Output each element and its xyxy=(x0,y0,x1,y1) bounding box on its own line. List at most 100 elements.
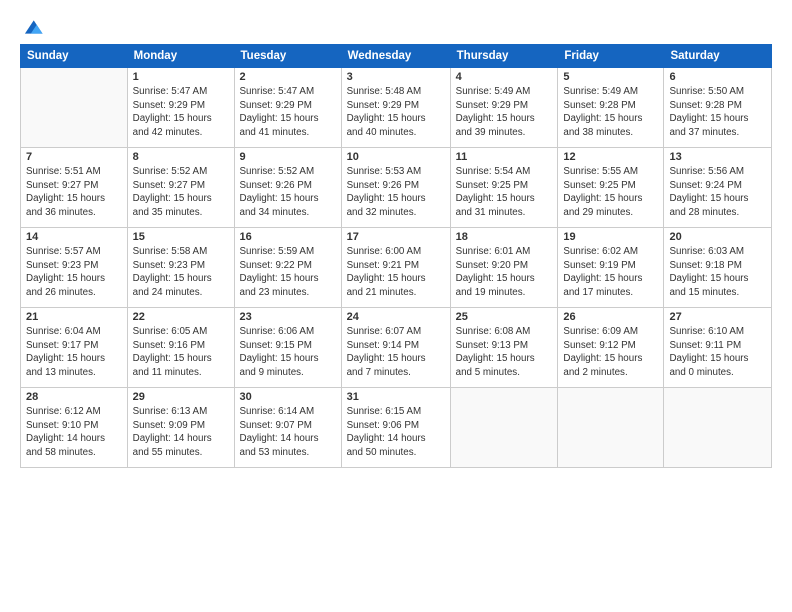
day-number: 10 xyxy=(347,151,445,163)
day-number: 21 xyxy=(26,311,122,323)
day-number: 28 xyxy=(26,391,122,403)
calendar-header-thursday: Thursday xyxy=(450,45,558,68)
calendar-cell: 1Sunrise: 5:47 AMSunset: 9:29 PMDaylight… xyxy=(127,68,234,148)
cell-info: Sunrise: 6:07 AMSunset: 9:14 PMDaylight:… xyxy=(347,325,445,380)
cell-info: Sunrise: 6:12 AMSunset: 9:10 PMDaylight:… xyxy=(26,405,122,460)
calendar-header-row: SundayMondayTuesdayWednesdayThursdayFrid… xyxy=(21,45,772,68)
cell-info: Sunrise: 5:49 AMSunset: 9:28 PMDaylight:… xyxy=(563,85,658,140)
calendar-header-sunday: Sunday xyxy=(21,45,128,68)
day-number: 26 xyxy=(563,311,658,323)
day-number: 8 xyxy=(133,151,229,163)
calendar-cell: 21 Sunrise: 6:04 AMSunset: 9:17 PMDayligh… xyxy=(21,308,128,388)
cell-info: Sunrise: 6:05 AMSunset: 9:16 PMDaylight:… xyxy=(133,325,229,380)
calendar-cell: 27 Sunrise: 6:10 AMSunset: 9:11 PMDayligh… xyxy=(664,308,772,388)
cell-info: Sunrise: 5:53 AMSunset: 9:26 PMDaylight:… xyxy=(347,165,445,220)
calendar-header-tuesday: Tuesday xyxy=(234,45,341,68)
day-number: 13 xyxy=(669,151,766,163)
cell-info: Sunrise: 5:57 AMSunset: 9:23 PMDaylight:… xyxy=(26,245,122,300)
day-number: 22 xyxy=(133,311,229,323)
day-number: 19 xyxy=(563,231,658,243)
day-number: 12 xyxy=(563,151,658,163)
day-number: 29 xyxy=(133,391,229,403)
cell-info: Sunrise: 6:10 AMSunset: 9:11 PMDaylight:… xyxy=(669,325,766,380)
day-number: 25 xyxy=(456,311,553,323)
calendar-header-monday: Monday xyxy=(127,45,234,68)
cell-info: Sunrise: 5:48 AMSunset: 9:29 PMDaylight:… xyxy=(347,85,445,140)
day-number: 24 xyxy=(347,311,445,323)
calendar-cell: 25 Sunrise: 6:08 AMSunset: 9:13 PMDayligh… xyxy=(450,308,558,388)
calendar-cell: 22 Sunrise: 6:05 AMSunset: 9:16 PMDayligh… xyxy=(127,308,234,388)
cell-info: Sunrise: 6:14 AMSunset: 9:07 PMDaylight:… xyxy=(240,405,336,460)
cell-info: Sunrise: 6:08 AMSunset: 9:13 PMDaylight:… xyxy=(456,325,553,380)
cell-info: Sunrise: 5:58 AMSunset: 9:23 PMDaylight:… xyxy=(133,245,229,300)
cell-info: Sunrise: 6:13 AMSunset: 9:09 PMDaylight:… xyxy=(133,405,229,460)
cell-info: Sunrise: 5:47 AMSunset: 9:29 PMDaylight:… xyxy=(240,85,336,140)
calendar-cell: 5Sunrise: 5:49 AMSunset: 9:28 PMDaylight… xyxy=(558,68,664,148)
day-number: 4 xyxy=(456,71,553,83)
calendar-week-4: 21 Sunrise: 6:04 AMSunset: 9:17 PMDayligh… xyxy=(21,308,772,388)
calendar-cell: 18 Sunrise: 6:01 AMSunset: 9:20 PMDayligh… xyxy=(450,228,558,308)
cell-info: Sunrise: 6:09 AMSunset: 9:12 PMDaylight:… xyxy=(563,325,658,380)
calendar-cell: 7Sunrise: 5:51 AMSunset: 9:27 PMDaylight… xyxy=(21,148,128,228)
day-number: 11 xyxy=(456,151,553,163)
header xyxy=(20,16,772,34)
day-number: 17 xyxy=(347,231,445,243)
day-number: 9 xyxy=(240,151,336,163)
calendar-cell: 16 Sunrise: 5:59 AMSunset: 9:22 PMDayligh… xyxy=(234,228,341,308)
cell-info: Sunrise: 6:01 AMSunset: 9:20 PMDaylight:… xyxy=(456,245,553,300)
calendar-header-friday: Friday xyxy=(558,45,664,68)
cell-info: Sunrise: 6:02 AMSunset: 9:19 PMDaylight:… xyxy=(563,245,658,300)
day-number: 7 xyxy=(26,151,122,163)
calendar-cell: 11 Sunrise: 5:54 AMSunset: 9:25 PMDayligh… xyxy=(450,148,558,228)
calendar-cell: 30 Sunrise: 6:14 AMSunset: 9:07 PMDayligh… xyxy=(234,388,341,468)
calendar-header-wednesday: Wednesday xyxy=(341,45,450,68)
calendar-cell: 4Sunrise: 5:49 AMSunset: 9:29 PMDaylight… xyxy=(450,68,558,148)
calendar-cell: 28 Sunrise: 6:12 AMSunset: 9:10 PMDayligh… xyxy=(21,388,128,468)
calendar-week-1: 1 Sunrise: 5:47 AMSunset: 9:29 PMDaylight… xyxy=(21,68,772,148)
calendar-cell: 29 Sunrise: 6:13 AMSunset: 9:09 PMDayligh… xyxy=(127,388,234,468)
cell-info: Sunrise: 5:55 AMSunset: 9:25 PMDaylight:… xyxy=(563,165,658,220)
page: SundayMondayTuesdayWednesdayThursdayFrid… xyxy=(0,0,792,612)
calendar-week-3: 14 Sunrise: 5:57 AMSunset: 9:23 PMDayligh… xyxy=(21,228,772,308)
calendar-cell: 14 Sunrise: 5:57 AMSunset: 9:23 PMDayligh… xyxy=(21,228,128,308)
calendar-cell: 12 Sunrise: 5:55 AMSunset: 9:25 PMDayligh… xyxy=(558,148,664,228)
logo-icon xyxy=(22,16,44,38)
cell-info: Sunrise: 6:00 AMSunset: 9:21 PMDaylight:… xyxy=(347,245,445,300)
day-number: 20 xyxy=(669,231,766,243)
calendar-header-saturday: Saturday xyxy=(664,45,772,68)
day-number: 16 xyxy=(240,231,336,243)
calendar-cell: 20 Sunrise: 6:03 AMSunset: 9:18 PMDayligh… xyxy=(664,228,772,308)
cell-info: Sunrise: 5:56 AMSunset: 9:24 PMDaylight:… xyxy=(669,165,766,220)
day-number: 6 xyxy=(669,71,766,83)
day-number: 1 xyxy=(133,71,229,83)
day-number: 14 xyxy=(26,231,122,243)
day-number: 30 xyxy=(240,391,336,403)
calendar-cell: 17 Sunrise: 6:00 AMSunset: 9:21 PMDayligh… xyxy=(341,228,450,308)
cell-info: Sunrise: 6:04 AMSunset: 9:17 PMDaylight:… xyxy=(26,325,122,380)
calendar-cell: 24 Sunrise: 6:07 AMSunset: 9:14 PMDayligh… xyxy=(341,308,450,388)
cell-info: Sunrise: 6:06 AMSunset: 9:15 PMDaylight:… xyxy=(240,325,336,380)
calendar-cell: 6 Sunrise: 5:50 AMSunset: 9:28 PMDaylight… xyxy=(664,68,772,148)
day-number: 23 xyxy=(240,311,336,323)
calendar-week-5: 28 Sunrise: 6:12 AMSunset: 9:10 PMDayligh… xyxy=(21,388,772,468)
calendar-cell: 2 Sunrise: 5:47 AMSunset: 9:29 PMDaylight… xyxy=(234,68,341,148)
calendar-cell: 15 Sunrise: 5:58 AMSunset: 9:23 PMDayligh… xyxy=(127,228,234,308)
calendar-cell xyxy=(558,388,664,468)
day-number: 15 xyxy=(133,231,229,243)
calendar-cell: 3 Sunrise: 5:48 AMSunset: 9:29 PMDaylight… xyxy=(341,68,450,148)
cell-info: Sunrise: 5:59 AMSunset: 9:22 PMDaylight:… xyxy=(240,245,336,300)
day-number: 2 xyxy=(240,71,336,83)
calendar-cell: 26 Sunrise: 6:09 AMSunset: 9:12 PMDayligh… xyxy=(558,308,664,388)
day-number: 31 xyxy=(347,391,445,403)
calendar-cell: 10 Sunrise: 5:53 AMSunset: 9:26 PMDayligh… xyxy=(341,148,450,228)
logo xyxy=(20,16,44,34)
cell-info: Sunrise: 6:03 AMSunset: 9:18 PMDaylight:… xyxy=(669,245,766,300)
day-number: 3 xyxy=(347,71,445,83)
calendar-cell: 9 Sunrise: 5:52 AMSunset: 9:26 PMDaylight… xyxy=(234,148,341,228)
calendar-cell: 19 Sunrise: 6:02 AMSunset: 9:19 PMDayligh… xyxy=(558,228,664,308)
day-number: 27 xyxy=(669,311,766,323)
cell-info: Sunrise: 5:54 AMSunset: 9:25 PMDaylight:… xyxy=(456,165,553,220)
cell-info: Sunrise: 5:50 AMSunset: 9:28 PMDaylight:… xyxy=(669,85,766,140)
day-number: 18 xyxy=(456,231,553,243)
cell-info: Sunrise: 5:52 AMSunset: 9:26 PMDaylight:… xyxy=(240,165,336,220)
